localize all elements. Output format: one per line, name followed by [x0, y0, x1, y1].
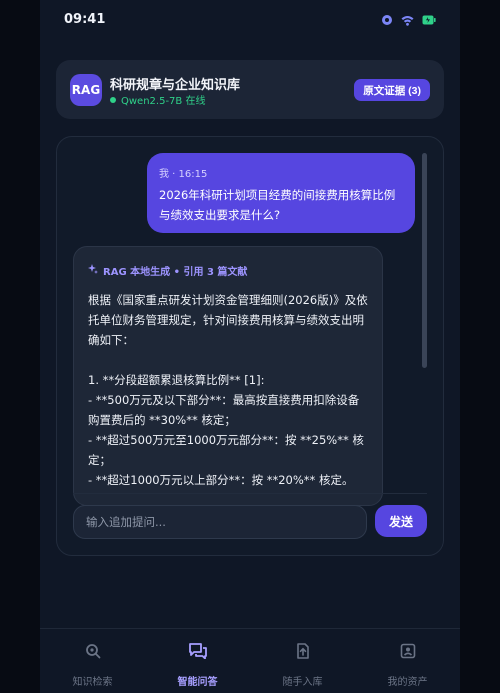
sparkle-icon: [88, 264, 98, 277]
chat-icon: [188, 643, 207, 663]
battery-icon: [422, 15, 436, 25]
nav-label-knowledge-search: 知识检索: [72, 677, 113, 688]
input-divider: [73, 493, 427, 494]
ai-answer-bubble: RAG 本地生成 • 引用 3 篇文献 根据《国家重点研发计划资金管理细则(20…: [73, 246, 383, 506]
bottom-navigation: 知识检索 智能问答 随手入库 我的资产: [40, 628, 460, 693]
nav-item-quick-ingest[interactable]: 随手入库: [250, 629, 355, 693]
status-icons: [381, 14, 436, 26]
nav-item-my-assets[interactable]: 我的资产: [355, 629, 460, 693]
wifi-icon: [401, 15, 414, 26]
status-bar: 09:41: [40, 0, 460, 44]
search-icon: [85, 643, 101, 663]
user-message-meta: 我 · 16:15: [159, 169, 208, 180]
nav-label-my-assets: 我的资产: [387, 677, 428, 688]
online-dot-icon: [110, 96, 116, 103]
source-evidence-button[interactable]: 原文证据 (3): [354, 79, 430, 101]
knowledge-base-title: 科研规章与企业知识库: [110, 78, 241, 93]
nav-label-quick-ingest: 随手入库: [282, 677, 323, 688]
ai-answer-meta: RAG 本地生成 • 引用 3 篇文献: [88, 263, 368, 278]
send-button[interactable]: 发送: [375, 505, 427, 537]
model-status-text: Qwen2.5-7B 在线: [121, 96, 206, 107]
nav-item-smart-qa[interactable]: 智能问答: [145, 629, 250, 693]
follow-up-question-input[interactable]: [73, 505, 367, 539]
chat-panel: 我 · 16:15 2026年科研计划项目经费的间接费用核算比例与绩效支出要求是…: [56, 136, 444, 556]
chat-scrollbar[interactable]: [422, 153, 427, 368]
location-icon: [381, 14, 393, 26]
user-message-bubble: 我 · 16:15 2026年科研计划项目经费的间接费用核算比例与绩效支出要求是…: [147, 153, 415, 233]
ai-answer-text: 根据《国家重点研发计划资金管理细则(2026版)》及依托单位财务管理规定，针对间…: [88, 293, 368, 487]
nav-label-smart-qa: 智能问答: [177, 677, 218, 688]
ai-answer-meta-text: RAG 本地生成 • 引用 3 篇文献: [103, 267, 248, 278]
composer: 发送: [73, 505, 427, 541]
knowledge-base-header: RAG 科研规章与企业知识库 Qwen2.5-7B 在线 原文证据 (3): [56, 60, 444, 119]
nav-item-knowledge-search[interactable]: 知识检索: [40, 629, 145, 693]
model-status: Qwen2.5-7B 在线: [110, 92, 205, 107]
profile-card-icon: [400, 643, 416, 663]
status-time: 09:41: [64, 12, 106, 27]
phone-screen: 09:41 RAG 科研规章与企业知识库 Qwen2.5-7B 在线 原文证据 …: [40, 0, 460, 693]
rag-badge: RAG: [70, 74, 102, 106]
user-message-text: 2026年科研计划项目经费的间接费用核算比例与绩效支出要求是什么?: [159, 188, 396, 222]
upload-icon: [295, 643, 311, 663]
